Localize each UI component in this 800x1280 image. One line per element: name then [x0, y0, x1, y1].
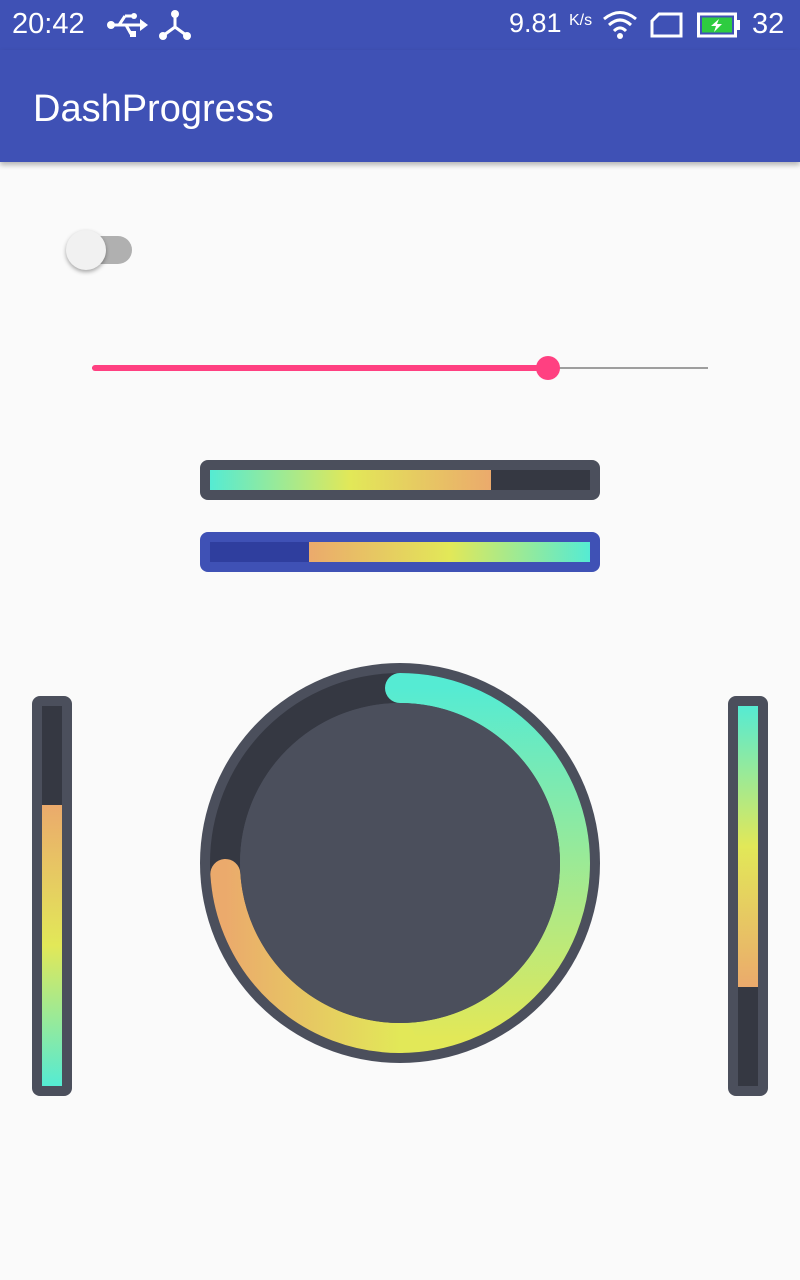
toggle-switch[interactable] — [66, 229, 134, 271]
battery-level: 32 — [752, 8, 785, 40]
toggle-thumb[interactable] — [66, 230, 106, 270]
battery-charging-icon — [697, 12, 740, 38]
progress-seekbar[interactable] — [92, 356, 708, 382]
network-speed-unit: K/s — [569, 12, 593, 29]
progress-fill — [738, 706, 758, 988]
app-title: DashProgress — [33, 88, 274, 130]
usb-icon — [107, 13, 148, 37]
seekbar-thumb[interactable] — [535, 356, 560, 380]
progress-fill — [42, 804, 62, 1086]
progress-fill — [210, 470, 492, 490]
circular-progress — [200, 663, 600, 1063]
app-bar: DashProgress — [0, 50, 800, 162]
network-share-icon — [159, 10, 191, 40]
vertical-progress-bar-right — [728, 696, 768, 1096]
horizontal-progress-bar-top — [200, 460, 600, 500]
network-speed: 9.81 — [509, 8, 562, 38]
progress-track — [210, 470, 590, 490]
progress-track — [738, 706, 758, 1086]
circle-center — [240, 703, 560, 1023]
progress-fill — [308, 542, 590, 562]
sim-card-icon — [650, 12, 683, 38]
horizontal-progress-bar-bottom — [200, 532, 600, 572]
progress-track — [210, 542, 590, 562]
seekbar-fill — [92, 365, 548, 371]
wifi-icon — [603, 11, 637, 39]
status-bar: 20:42 9.81 K/s 32 — [0, 0, 800, 50]
status-time: 20:42 — [12, 8, 85, 40]
vertical-progress-bar-left — [32, 696, 72, 1096]
progress-track — [42, 706, 62, 1086]
